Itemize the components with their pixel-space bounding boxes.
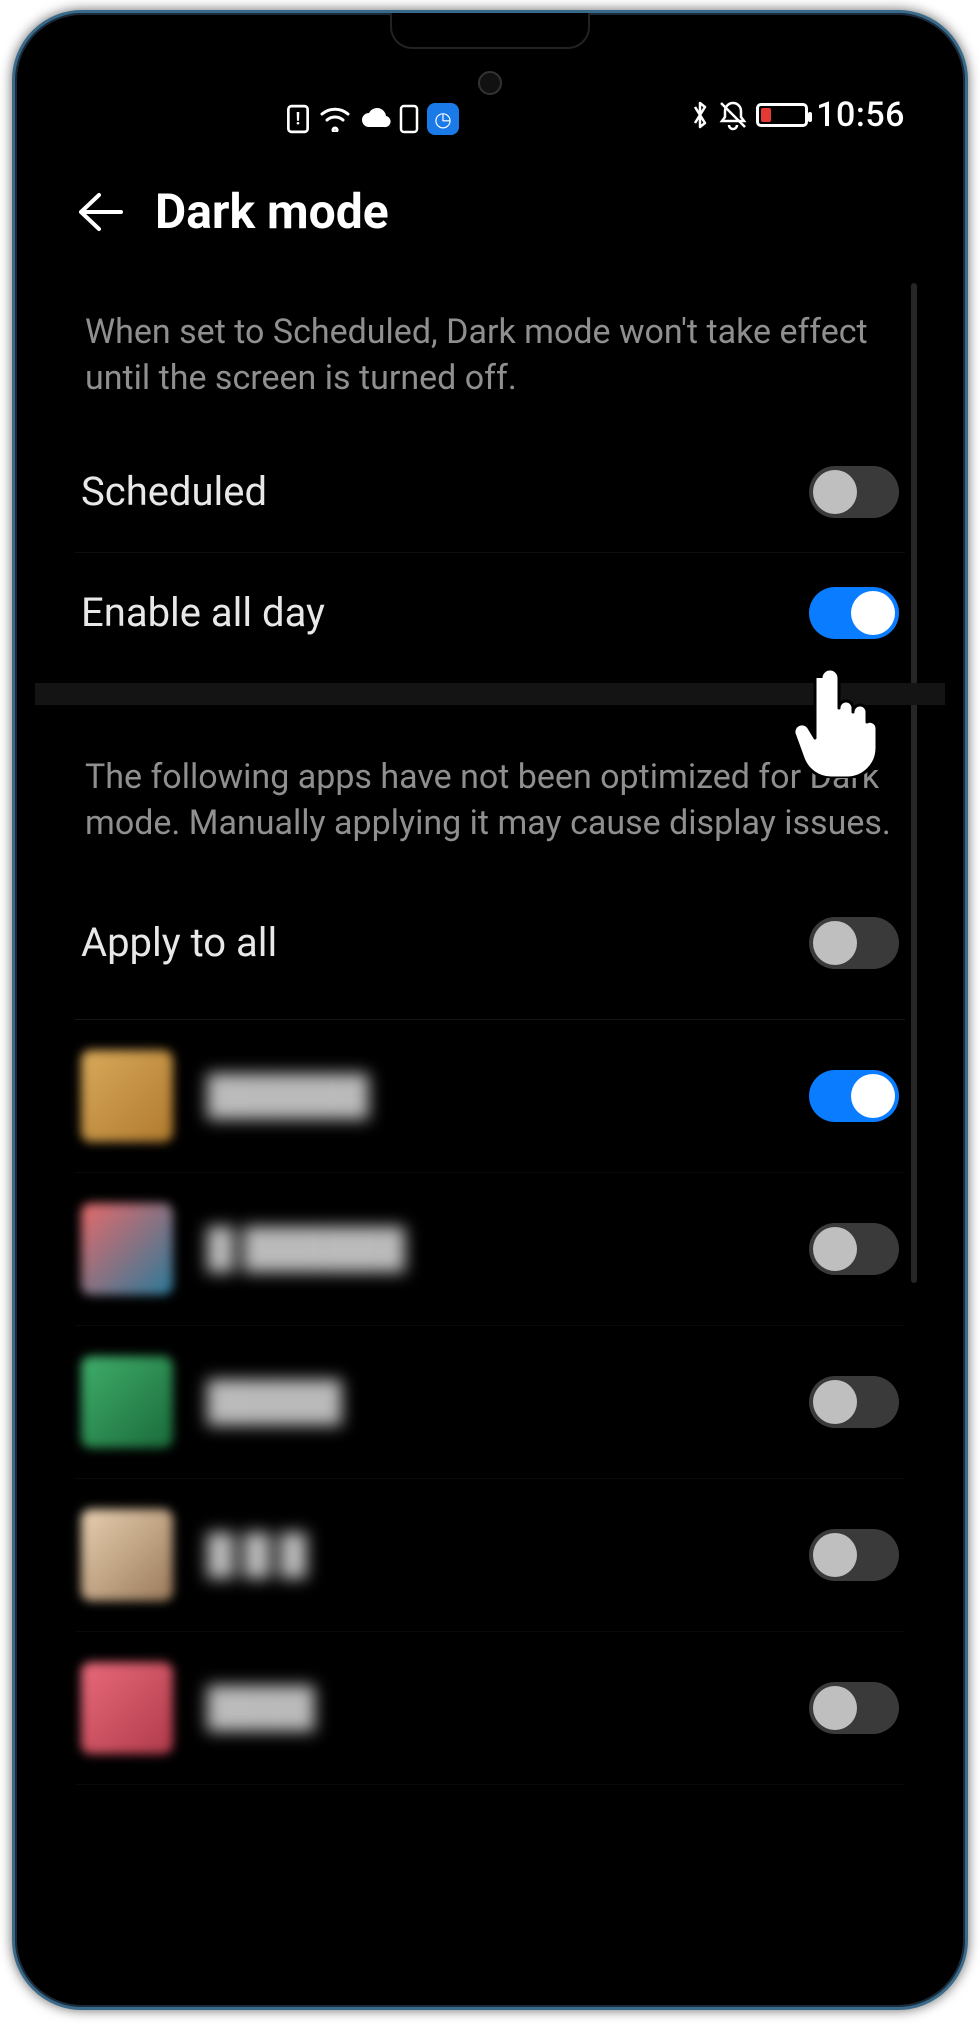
clock: 10:56 [816,95,905,135]
device-icon [399,104,419,134]
back-button[interactable] [75,191,125,233]
enable-all-day-row[interactable]: Enable all day [75,553,905,673]
front-camera [478,71,502,95]
page-header: Dark mode [35,143,945,260]
notch [390,13,590,49]
app-icon [81,1662,173,1754]
power-button [965,553,968,813]
sim-alert-icon: ! [285,104,311,134]
screen: ! ◷ [35,33,945,1987]
app-toggle[interactable] [809,1529,899,1581]
app-toggle[interactable] [809,1376,899,1428]
app-icon [81,1509,173,1601]
apply-to-all-row[interactable]: Apply to all [75,877,905,1020]
app-name: █ █ █ [207,1533,775,1577]
enable-all-day-toggle[interactable] [809,587,899,639]
app-badge-icon: ◷ [427,103,459,135]
app-name: ████ [207,1686,775,1730]
enable-all-day-label: Enable all day [81,589,325,636]
app-row[interactable]: ████ [75,1632,905,1785]
apply-to-all-label: Apply to all [81,919,277,966]
app-icon [81,1356,173,1448]
app-row[interactable]: ██████ [75,1020,905,1173]
apps-description: The following apps have not been optimiz… [75,705,905,877]
app-toggle[interactable] [809,1682,899,1734]
page-title: Dark mode [155,183,389,240]
scheduled-label: Scheduled [81,468,267,515]
app-row[interactable]: █ █ █ [75,1479,905,1632]
app-row[interactable]: █ ██████ [75,1173,905,1326]
app-icon [81,1050,173,1142]
apply-to-all-toggle[interactable] [809,917,899,969]
wifi-icon [319,106,351,132]
scheduled-row[interactable]: Scheduled [75,432,905,553]
apps-list: ██████ █ ██████ █████ █ █ █ ████ [75,1020,905,1785]
cloud-icon [359,107,391,131]
app-toggle[interactable] [809,1223,899,1275]
volume-button [965,373,968,533]
scheduled-toggle[interactable] [809,466,899,518]
battery-icon [756,103,808,127]
bluetooth-icon [690,99,710,131]
app-name: █████ [207,1380,775,1424]
app-name: ██████ [207,1074,775,1118]
app-toggle[interactable] [809,1070,899,1122]
svg-text:!: ! [296,109,301,129]
dnd-icon [718,99,748,131]
scheduled-description: When set to Scheduled, Dark mode won't t… [75,260,905,432]
content: When set to Scheduled, Dark mode won't t… [35,260,945,1785]
phone-frame: ! ◷ [12,10,968,2010]
app-row[interactable]: █████ [75,1326,905,1479]
app-icon [81,1203,173,1295]
app-name: █ ██████ [207,1227,775,1271]
section-divider [35,683,945,705]
